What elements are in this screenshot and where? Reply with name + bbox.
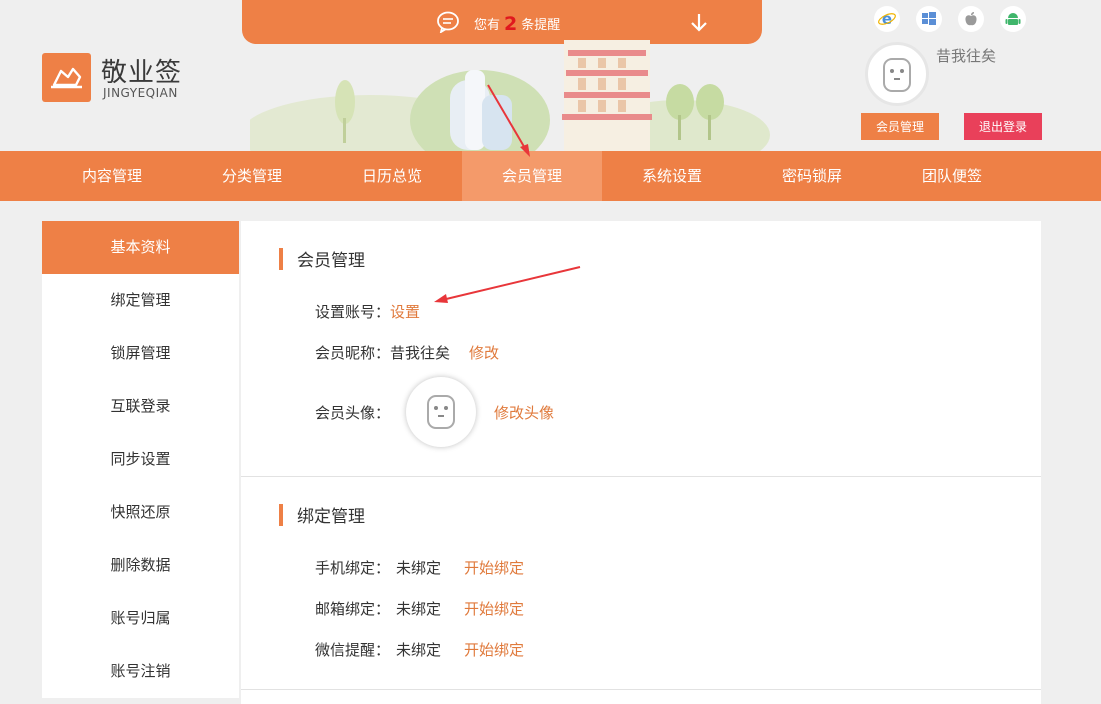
notification-bar[interactable]: 您有 2 条提醒 [242, 0, 762, 44]
sidebar-item-connected-login[interactable]: 互联登录 [42, 380, 239, 433]
nickname-value: 昔我往矣 [390, 344, 451, 362]
main-panel: 会员管理 设置账号： 设置 会员昵称： 昔我往矣 修改 会员头像： 修改头像 绑… [241, 221, 1041, 704]
platform-links: e [874, 6, 1026, 32]
nickname-label: 会员昵称： [315, 344, 391, 362]
sidebar-item-account-cancel[interactable]: 账号注销 [42, 645, 239, 698]
section-divider [241, 476, 1041, 477]
sidebar-item-account-ownership[interactable]: 账号归属 [42, 592, 239, 645]
apple-icon[interactable] [958, 6, 984, 32]
nav-item-calendar[interactable]: 日历总览 [322, 151, 462, 201]
arrow-down-icon[interactable] [690, 12, 708, 32]
member-section-title: 会员管理 [279, 246, 365, 271]
nav-item-category[interactable]: 分类管理 [182, 151, 322, 201]
android-icon[interactable] [1000, 6, 1026, 32]
wechat-binding-label: 微信提醒： [315, 641, 391, 659]
email-binding-label: 邮箱绑定： [315, 600, 391, 618]
section-divider [241, 689, 1041, 690]
sidebar-item-basic-info[interactable]: 基本资料 [42, 221, 239, 274]
username: 昔我往矣 [936, 47, 997, 65]
notification-count: 2 [504, 13, 518, 35]
avatar[interactable] [865, 42, 929, 106]
svg-text:e: e [882, 10, 892, 28]
sidebar-item-lock-screen[interactable]: 锁屏管理 [42, 327, 239, 380]
section-bar [279, 503, 283, 526]
nav-item-lock-screen[interactable]: 密码锁屏 [742, 151, 882, 201]
wechat-binding-value: 未绑定 [396, 641, 442, 659]
email-binding-link[interactable]: 开始绑定 [464, 598, 524, 619]
phone-binding-label: 手机绑定： [315, 559, 391, 577]
email-binding-row: 邮箱绑定： 未绑定 开始绑定 [315, 598, 524, 619]
phone-binding-row: 手机绑定： 未绑定 开始绑定 [315, 557, 524, 578]
header-scenery-illustration [250, 40, 770, 151]
header: 您有 2 条提醒 敬业签 JINGYEQIAN e 昔我往矣 会员管理 退出登录 [0, 0, 1101, 151]
member-section-title-text: 会员管理 [297, 251, 365, 271]
sidebar-item-sync[interactable]: 同步设置 [42, 433, 239, 486]
nav-item-content[interactable]: 内容管理 [42, 151, 182, 201]
sidebar-item-snapshot[interactable]: 快照还原 [42, 486, 239, 539]
nav-item-member[interactable]: 会员管理 [462, 151, 602, 201]
chat-bubble-icon [437, 11, 459, 33]
logo-icon[interactable] [42, 53, 91, 102]
account-row: 设置账号： 设置 [315, 301, 420, 322]
logo-subtitle: JINGYEQIAN [103, 86, 178, 100]
notification-text: 您有 2 条提醒 [474, 12, 561, 35]
wechat-binding-row: 微信提醒： 未绑定 开始绑定 [315, 639, 524, 660]
binding-section-title-text: 绑定管理 [297, 507, 365, 527]
member-avatar[interactable] [406, 377, 477, 447]
phone-binding-value: 未绑定 [396, 559, 442, 577]
avatar-edit-link[interactable]: 修改头像 [494, 402, 554, 423]
phone-binding-link[interactable]: 开始绑定 [464, 557, 524, 578]
notification-suffix: 条提醒 [521, 18, 561, 33]
nav-item-settings[interactable]: 系统设置 [602, 151, 742, 201]
avatar-row: 会员头像： 修改头像 [315, 377, 554, 447]
sidebar-item-binding[interactable]: 绑定管理 [42, 274, 239, 327]
member-management-button[interactable]: 会员管理 [861, 113, 939, 140]
nickname-row: 会员昵称： 昔我往矣 修改 [315, 342, 499, 363]
sidebar: 基本资料 绑定管理 锁屏管理 互联登录 同步设置 快照还原 删除数据 账号归属 … [42, 221, 239, 698]
section-bar [279, 247, 283, 270]
windows-icon[interactable] [916, 6, 942, 32]
ie-icon[interactable]: e [874, 6, 900, 32]
binding-section-title: 绑定管理 [279, 502, 365, 527]
logout-button[interactable]: 退出登录 [964, 113, 1042, 140]
logo-name: 敬业签 [101, 58, 183, 88]
nav-item-team-notes[interactable]: 团队便签 [882, 151, 1022, 201]
avatar-label: 会员头像： [315, 403, 391, 422]
main-nav: 内容管理 分类管理 日历总览 会员管理 系统设置 密码锁屏 团队便签 [0, 151, 1101, 201]
wechat-binding-link[interactable]: 开始绑定 [464, 639, 524, 660]
nickname-edit-link[interactable]: 修改 [469, 342, 499, 363]
email-binding-value: 未绑定 [396, 600, 442, 618]
notification-prefix: 您有 [474, 18, 501, 33]
sidebar-item-delete-data[interactable]: 删除数据 [42, 539, 239, 592]
account-set-link[interactable]: 设置 [390, 301, 420, 322]
account-label: 设置账号： [315, 303, 391, 321]
